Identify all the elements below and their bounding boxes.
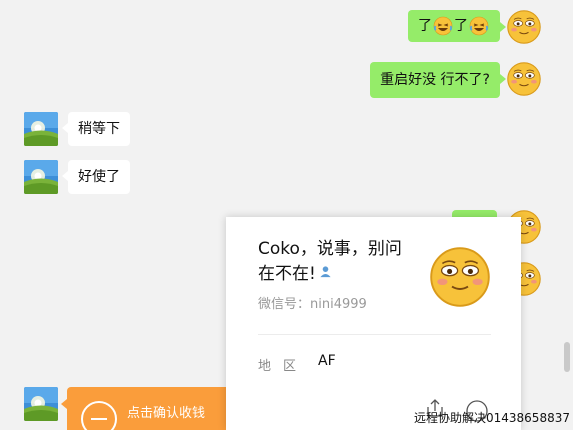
divider xyxy=(258,334,491,335)
message-text: 了 xyxy=(418,18,432,34)
person-icon xyxy=(320,266,331,278)
message-bubble-received[interactable]: 好使了 xyxy=(62,160,130,194)
contact-avatar[interactable] xyxy=(24,387,58,421)
message-bubble-sent[interactable]: 了了 xyxy=(408,10,506,42)
message-text: 稍等下 xyxy=(78,121,120,137)
transfer-label: 点击确认收钱 xyxy=(127,406,206,421)
wechat-id: 微信号：nini4999 xyxy=(258,297,367,312)
transfer-icon xyxy=(81,401,117,430)
message-text: 了 xyxy=(454,18,468,34)
profile-name: Coko，说事，别问在不在! xyxy=(258,237,418,287)
message-bubble-sent[interactable]: 重启好没 行不了? xyxy=(370,62,506,98)
region-label: 地区 xyxy=(258,359,309,374)
contact-profile-card: Coko，说事，别问在不在! 微信号：nini4999 地区 AF xyxy=(226,217,521,430)
my-avatar[interactable] xyxy=(506,9,542,45)
contact-avatar[interactable] xyxy=(24,160,58,194)
money-transfer-bubble[interactable]: 点击确认收钱 xyxy=(61,387,237,430)
region-value: AF xyxy=(318,353,336,369)
laughing-tears-emoji-icon xyxy=(433,16,453,36)
contact-avatar[interactable] xyxy=(24,112,58,146)
laughing-tears-emoji-icon xyxy=(469,16,489,36)
message-text: 重启好没 行不了? xyxy=(380,72,490,88)
chat-scrollbar[interactable] xyxy=(564,342,570,372)
message-text: 好使了 xyxy=(78,169,120,185)
my-avatar[interactable] xyxy=(506,61,542,97)
watermark-text: 远程协助解决01438658837 xyxy=(414,411,570,425)
message-bubble-received[interactable]: 稍等下 xyxy=(62,112,130,146)
profile-avatar[interactable] xyxy=(428,245,492,309)
